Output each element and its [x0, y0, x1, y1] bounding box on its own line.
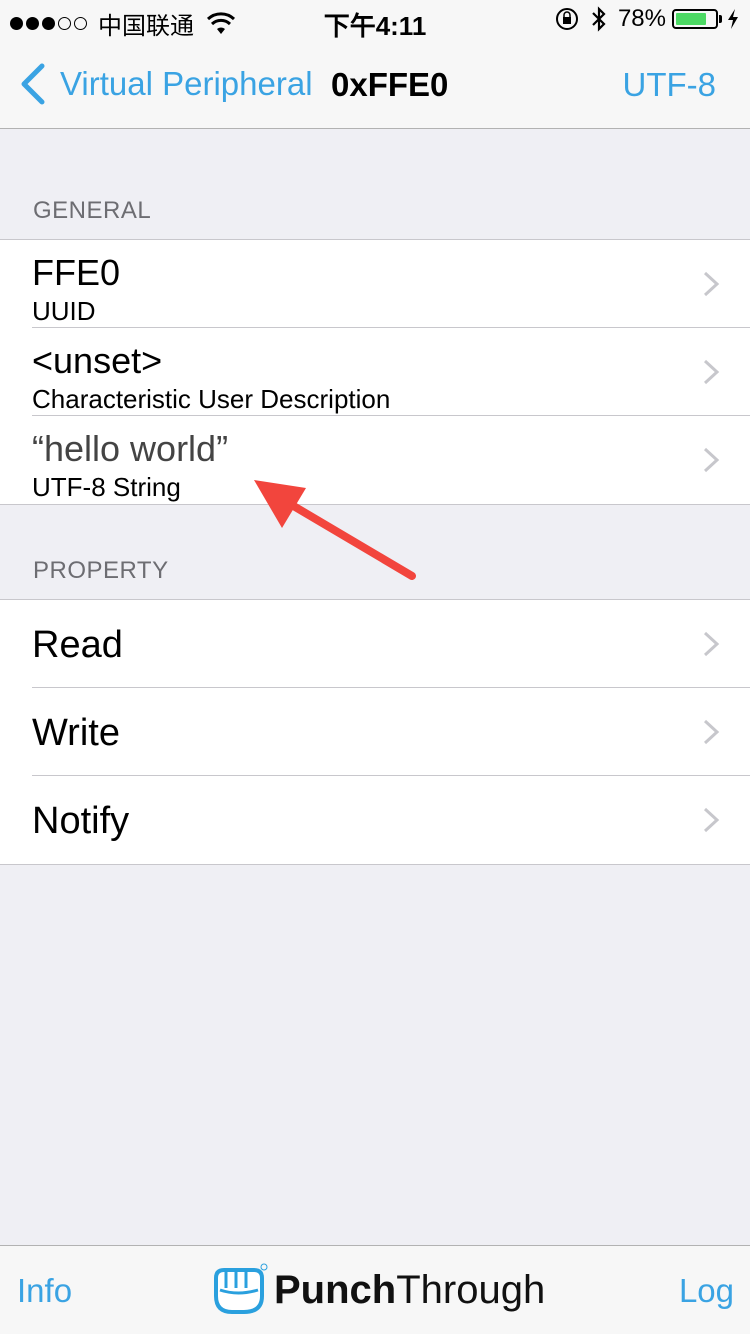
- list-item-write[interactable]: Write: [0, 688, 750, 776]
- cell-subtitle: Characteristic User Description: [32, 384, 391, 414]
- bluetooth-icon: [592, 6, 606, 32]
- chevron-right-icon: [703, 271, 720, 297]
- brand-name-regular: Through: [396, 1267, 546, 1312]
- chevron-right-icon: [703, 359, 720, 385]
- list-item-notify[interactable]: Notify: [0, 776, 750, 864]
- cell-subtitle: UUID: [32, 296, 96, 326]
- punch-fist-icon: [214, 1263, 268, 1314]
- log-button[interactable]: Log: [679, 1272, 734, 1310]
- brand-name-bold: Punch: [274, 1267, 397, 1312]
- cell-title: “hello world”: [32, 428, 229, 469]
- back-button-label: Virtual Peripheral: [60, 65, 313, 102]
- brand-name: PunchThrough: [274, 1268, 545, 1313]
- brand-logo: PunchThrough: [210, 1262, 545, 1318]
- cell-title: <unset>: [32, 340, 163, 381]
- orientation-lock-icon: [555, 8, 578, 30]
- general-group: FFE0 UUID <unset> Characteristic User De…: [0, 239, 750, 505]
- bottom-toolbar: Info PunchThrough Log: [0, 1245, 750, 1334]
- info-button[interactable]: Info: [17, 1272, 72, 1310]
- chevron-right-icon: [703, 807, 720, 833]
- list-item-description[interactable]: <unset> Characteristic User Description: [0, 328, 750, 416]
- status-right: 78%: [554, 5, 740, 33]
- back-button[interactable]: Virtual Peripheral: [16, 60, 313, 108]
- list-item-uuid[interactable]: FFE0 UUID: [0, 240, 750, 328]
- cell-title: Notify: [32, 800, 130, 842]
- cell-title: Read: [32, 624, 123, 666]
- battery-fill: [676, 13, 706, 25]
- status-bar: 中国联通 下午4:11 78%: [0, 0, 750, 41]
- page-title: 0xFFE0: [331, 66, 449, 103]
- section-header-general: GENERAL: [33, 197, 152, 224]
- encoding-button[interactable]: UTF-8: [623, 66, 717, 104]
- battery-percent: 78%: [617, 5, 666, 32]
- charging-icon: [728, 9, 738, 29]
- navigation-bar: Virtual Peripheral 0xFFE0 UTF-8: [0, 40, 750, 129]
- list-item-read[interactable]: Read: [0, 600, 750, 688]
- annotation-arrow-icon: [254, 480, 416, 580]
- cell-subtitle: UTF-8 String: [32, 472, 181, 502]
- chevron-right-icon: [703, 631, 720, 657]
- property-group: Read Write Notify: [0, 599, 750, 865]
- chevron-left-icon: [21, 63, 45, 105]
- cell-title: FFE0: [32, 252, 121, 293]
- battery-icon: [672, 9, 722, 29]
- chevron-right-icon: [703, 447, 720, 473]
- chevron-right-icon: [703, 719, 720, 745]
- cell-title: Write: [32, 712, 120, 754]
- section-header-property: PROPERTY: [33, 557, 169, 584]
